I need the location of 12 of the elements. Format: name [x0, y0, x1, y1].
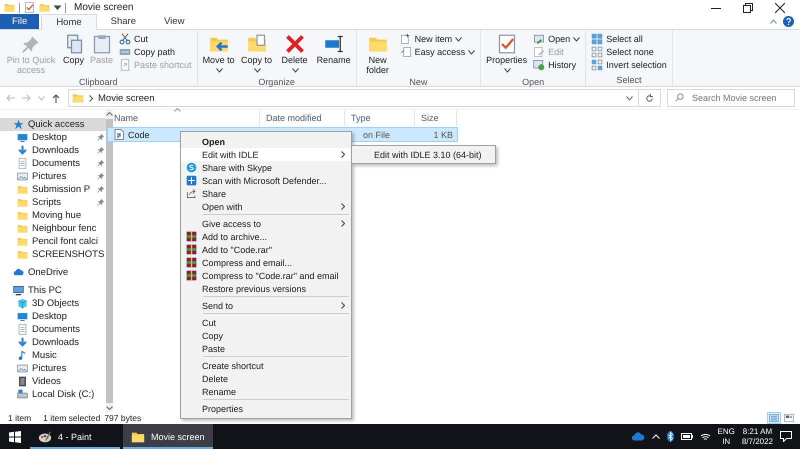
ribbon-group-label: Select	[616, 74, 642, 86]
file-size: 1 KB	[433, 130, 453, 140]
file-name: Code	[128, 130, 150, 140]
ribbon-group-label: Organize	[258, 76, 295, 88]
ribbon-group-label: Clipboard	[79, 76, 118, 88]
file-type: on File	[363, 130, 390, 140]
ribbon-group-label: New	[409, 76, 428, 88]
status-text: 797 bytes	[104, 413, 142, 423]
ribbon-group-label: Open	[522, 76, 544, 88]
window-title: Movie screen	[74, 2, 134, 13]
status-text: 1 item selected	[43, 413, 100, 423]
status-text: 1 item	[8, 413, 32, 423]
